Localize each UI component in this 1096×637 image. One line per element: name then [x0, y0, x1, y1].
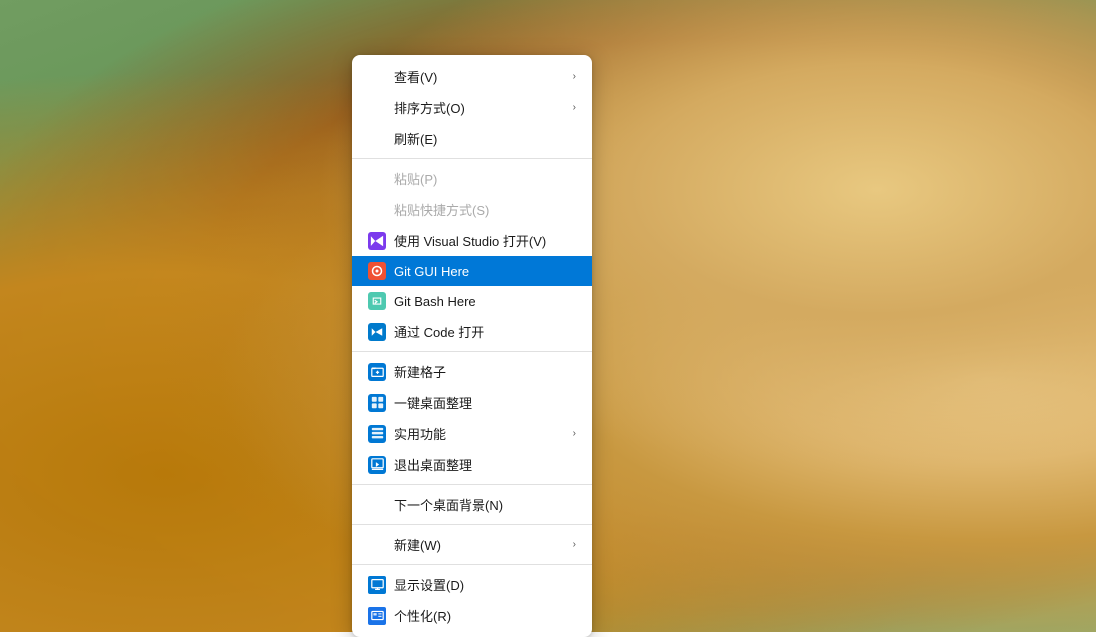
- menu-item-label: 刷新(E): [394, 129, 576, 148]
- submenu-arrow-icon: ›: [573, 539, 576, 550]
- menu-separator: [352, 351, 592, 352]
- menu-item-label: 显示设置(D): [394, 575, 576, 594]
- practical-icon: [368, 425, 386, 443]
- menu-item-label: 使用 Visual Studio 打开(V): [394, 231, 576, 250]
- menu-item-label: 新建(W): [394, 535, 565, 554]
- menu-item-label: 下一个桌面背景(N): [394, 495, 576, 514]
- git-bash-icon: [368, 292, 386, 310]
- personalize-icon: [368, 607, 386, 625]
- desktop-org-icon: [368, 394, 386, 412]
- menu-item-label: 粘贴快捷方式(S): [394, 200, 576, 219]
- menu-item-git-gui[interactable]: Git GUI Here: [352, 256, 592, 286]
- menu-item-refresh[interactable]: 刷新(E): [352, 123, 592, 154]
- menu-item-paste-shortcut: 粘贴快捷方式(S): [352, 194, 592, 225]
- menu-item-exit-desktop[interactable]: 退出桌面整理: [352, 449, 592, 480]
- menu-item-label: 个性化(R): [394, 606, 576, 625]
- menu-item-sort[interactable]: 排序方式(O) ›: [352, 92, 592, 123]
- menu-item-label: 排序方式(O): [394, 98, 565, 117]
- menu-item-label: Git GUI Here: [394, 264, 576, 279]
- menu-item-new[interactable]: 新建(W) ›: [352, 529, 592, 560]
- menu-item-label: 新建格子: [394, 362, 576, 381]
- menu-item-label: 一键桌面整理: [394, 393, 576, 412]
- menu-item-display-settings[interactable]: 显示设置(D): [352, 569, 592, 600]
- vs-icon: [368, 232, 386, 250]
- exit-desktop-icon: [368, 456, 386, 474]
- menu-item-new-folder[interactable]: 新建格子: [352, 356, 592, 387]
- menu-separator: [352, 484, 592, 485]
- menu-item-label: 粘贴(P): [394, 169, 576, 188]
- menu-item-label: 通过 Code 打开: [394, 322, 576, 341]
- submenu-arrow-icon: ›: [573, 428, 576, 439]
- menu-item-practical[interactable]: 实用功能 ›: [352, 418, 592, 449]
- context-menu: 查看(V) › 排序方式(O) › 刷新(E) 粘贴(P) 粘贴快捷方式(S) 使用 Visu…: [352, 55, 592, 637]
- menu-item-git-bash[interactable]: Git Bash Here: [352, 286, 592, 316]
- menu-item-view[interactable]: 查看(V) ›: [352, 61, 592, 92]
- menu-item-label: Git Bash Here: [394, 294, 576, 309]
- menu-item-personalize[interactable]: 个性化(R): [352, 600, 592, 631]
- git-gui-icon: [368, 262, 386, 280]
- submenu-arrow-icon: ›: [573, 71, 576, 82]
- menu-separator: [352, 158, 592, 159]
- menu-item-label: 实用功能: [394, 424, 565, 443]
- menu-item-label: 退出桌面整理: [394, 455, 576, 474]
- menu-item-open-vs[interactable]: 使用 Visual Studio 打开(V): [352, 225, 592, 256]
- menu-separator: [352, 524, 592, 525]
- new-folder-icon: [368, 363, 386, 381]
- menu-item-desktop-org[interactable]: 一键桌面整理: [352, 387, 592, 418]
- vscode-icon: [368, 323, 386, 341]
- display-icon: [368, 576, 386, 594]
- submenu-arrow-icon: ›: [573, 102, 576, 113]
- menu-item-next-wallpaper[interactable]: 下一个桌面背景(N): [352, 489, 592, 520]
- menu-item-label: 查看(V): [394, 67, 565, 86]
- menu-item-open-code[interactable]: 通过 Code 打开: [352, 316, 592, 347]
- menu-separator: [352, 564, 592, 565]
- menu-item-paste: 粘贴(P): [352, 163, 592, 194]
